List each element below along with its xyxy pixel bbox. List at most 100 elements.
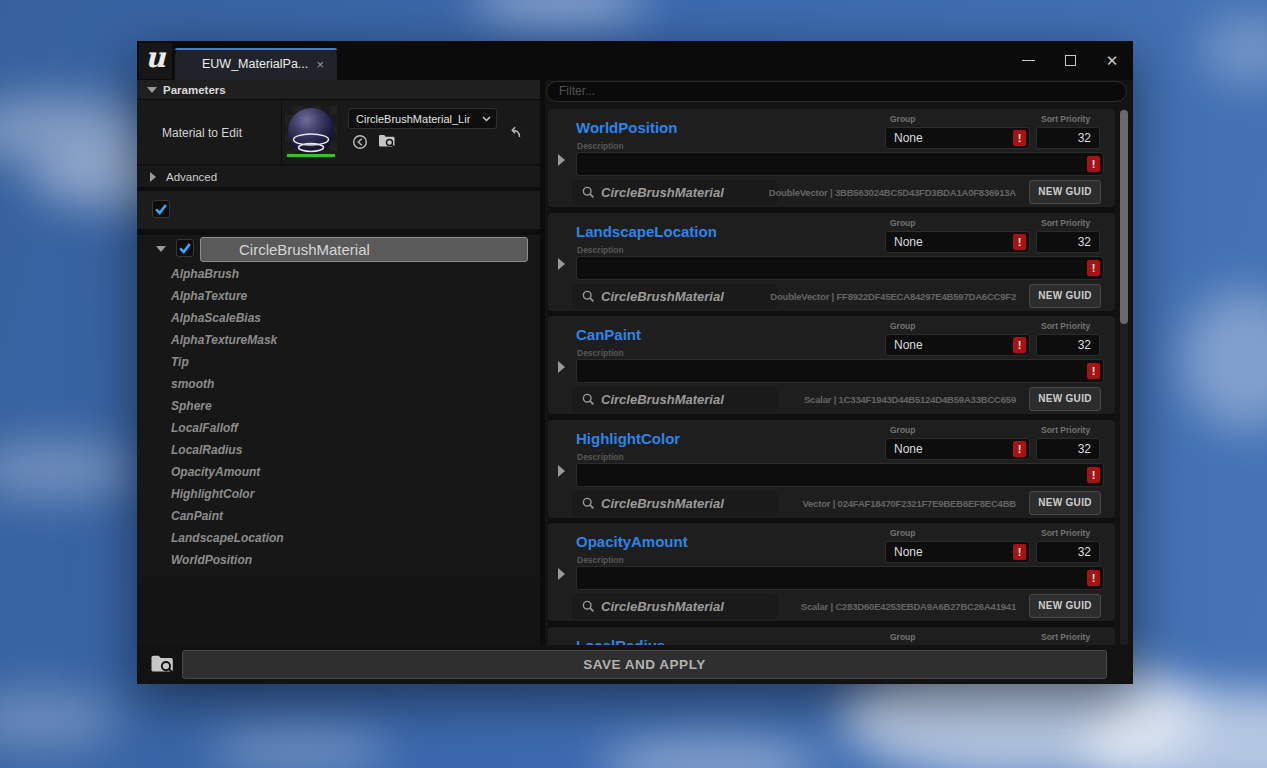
description-label: Description (577, 555, 624, 565)
material-chip-label: CircleBrushMaterial (601, 289, 724, 304)
collapse-arrow-icon[interactable] (156, 246, 166, 252)
parameter-list-item[interactable]: AlphaScaleBias (137, 307, 540, 329)
description-label: Description (577, 452, 624, 462)
new-guid-button[interactable]: NEW GUID (1029, 180, 1101, 204)
group-label: Group (890, 321, 916, 331)
filter-input[interactable]: Filter... (546, 81, 1127, 102)
group-value: None (894, 128, 923, 148)
expand-arrow-icon[interactable] (558, 361, 565, 373)
parameter-name[interactable]: CanPaint (576, 326, 641, 343)
error-badge: ! (1013, 337, 1026, 353)
group-label: Group (890, 218, 916, 228)
description-input[interactable]: ! (576, 463, 1104, 487)
minimize-icon (1022, 60, 1035, 62)
parameter-list-item[interactable]: smooth (137, 373, 540, 395)
parameters-header-label: Parameters (163, 84, 226, 96)
new-guid-button[interactable]: NEW GUID (1029, 594, 1101, 618)
error-badge: ! (1087, 156, 1100, 172)
browse-to-asset-button[interactable] (378, 133, 396, 153)
parameter-list-item[interactable]: HighlightColor (137, 483, 540, 505)
expand-arrow-icon (150, 172, 156, 182)
material-chip-label: CircleBrushMaterial (601, 599, 724, 614)
new-guid-button[interactable]: NEW GUID (1029, 491, 1101, 515)
group-input[interactable]: None ! (885, 541, 1030, 563)
save-and-apply-button[interactable]: SAVE AND APPLY (182, 650, 1107, 679)
material-to-edit-row: Material to Edit CircleBrushMaterial_Lir (137, 100, 540, 165)
material-chip-label: CircleBrushMaterial (601, 185, 724, 200)
group-input[interactable]: None ! (885, 438, 1030, 460)
description-input[interactable]: ! (576, 256, 1104, 280)
sort-priority-input[interactable]: 32 (1036, 541, 1100, 563)
use-selected-asset-button[interactable] (352, 134, 368, 154)
scrollbar[interactable] (1120, 109, 1128, 645)
description-input[interactable]: ! (576, 359, 1104, 383)
expand-arrow-icon[interactable] (558, 154, 565, 166)
group-input[interactable]: None ! (885, 334, 1030, 356)
error-badge: ! (1013, 234, 1026, 250)
sort-priority-input[interactable]: 32 (1036, 334, 1100, 356)
parameter-name[interactable]: LocalRadius (576, 637, 665, 646)
description-input[interactable]: ! (576, 566, 1104, 590)
parameter-list-item[interactable]: AlphaTextureMask (137, 329, 540, 351)
group-value: None (894, 335, 923, 355)
parameter-list-item[interactable]: Sphere (137, 395, 540, 417)
parameters-header[interactable]: Parameters (137, 80, 540, 100)
parameter-name[interactable]: HighlightColor (576, 430, 680, 447)
material-chip[interactable]: CircleBrushMaterial (572, 284, 778, 309)
maximize-button[interactable] (1049, 41, 1091, 80)
check-icon (154, 202, 168, 216)
minimize-button[interactable] (1007, 41, 1049, 80)
material-chip[interactable]: CircleBrushMaterial (572, 491, 778, 516)
material-asset-dropdown-value: CircleBrushMaterial_Lir (356, 113, 470, 125)
sort-priority-value: 32 (1078, 335, 1091, 355)
parameter-list-item[interactable]: LandscapeLocation (137, 527, 540, 549)
sort-priority-input[interactable]: 32 (1036, 127, 1100, 149)
enabled-checkbox[interactable] (152, 200, 170, 218)
new-guid-button[interactable]: NEW GUID (1029, 387, 1101, 411)
titlebar[interactable]: u EUW_MaterialPa... × ✕ (137, 41, 1133, 80)
material-chip[interactable]: CircleBrushMaterial (572, 180, 778, 205)
reset-to-default-button[interactable] (506, 124, 522, 143)
parameter-list-item[interactable]: LocalFalloff (137, 417, 540, 439)
parameter-list-item[interactable]: Tip (137, 351, 540, 373)
material-parameters-group: CircleBrushMaterial AlphaBrushAlphaTextu… (137, 235, 540, 577)
advanced-section[interactable]: Advanced (137, 166, 540, 187)
sort-priority-input[interactable]: 32 (1036, 231, 1100, 253)
cloud (470, 0, 650, 22)
parameter-list-item[interactable]: AlphaTexture (137, 285, 540, 307)
tab-euw-materialpa[interactable]: EUW_MaterialPa... × (175, 48, 337, 80)
parameter-list: AlphaBrushAlphaTextureAlphaScaleBiasAlph… (137, 263, 540, 571)
close-button[interactable]: ✕ (1091, 41, 1133, 80)
expand-arrow-icon[interactable] (558, 465, 565, 477)
parameter-list-item[interactable]: OpacityAmount (137, 461, 540, 483)
magnifier-icon (582, 600, 595, 613)
parameter-name[interactable]: LandscapeLocation (576, 223, 717, 240)
expand-arrow-icon[interactable] (558, 258, 565, 270)
material-chip[interactable]: CircleBrushMaterial (572, 594, 778, 619)
parameter-name[interactable]: OpacityAmount (576, 533, 688, 550)
error-badge: ! (1013, 544, 1026, 560)
scrollbar-thumb[interactable] (1120, 110, 1128, 324)
group-input[interactable]: None ! (885, 127, 1030, 149)
material-chip[interactable]: CircleBrushMaterial (572, 387, 778, 412)
parameter-name[interactable]: WorldPosition (576, 119, 677, 136)
description-input[interactable]: ! (576, 152, 1104, 176)
parameter-list-item[interactable]: WorldPosition (137, 549, 540, 571)
group-value: None (894, 542, 923, 562)
parameter-list-item[interactable]: AlphaBrush (137, 263, 540, 285)
material-checkbox[interactable] (176, 239, 194, 257)
material-thumbnail[interactable] (285, 106, 337, 158)
tab-close-icon[interactable]: × (316, 57, 324, 72)
parameter-list-item[interactable]: CanPaint (137, 505, 540, 527)
editor-utility-widget-window: u EUW_MaterialPa... × ✕ Parameters Mater… (137, 41, 1133, 684)
description-label: Description (577, 141, 624, 151)
new-guid-button[interactable]: NEW GUID (1029, 284, 1101, 308)
material-asset-dropdown[interactable]: CircleBrushMaterial_Lir (348, 108, 497, 129)
expand-arrow-icon[interactable] (558, 568, 565, 580)
parameter-list-item[interactable]: LocalRadius (137, 439, 540, 461)
material-name-input[interactable]: CircleBrushMaterial (200, 237, 528, 262)
group-input[interactable]: None ! (885, 231, 1030, 253)
footer-bar: SAVE AND APPLY (137, 645, 1133, 684)
sort-priority-input[interactable]: 32 (1036, 438, 1100, 460)
browse-to-asset-button[interactable] (150, 653, 175, 679)
